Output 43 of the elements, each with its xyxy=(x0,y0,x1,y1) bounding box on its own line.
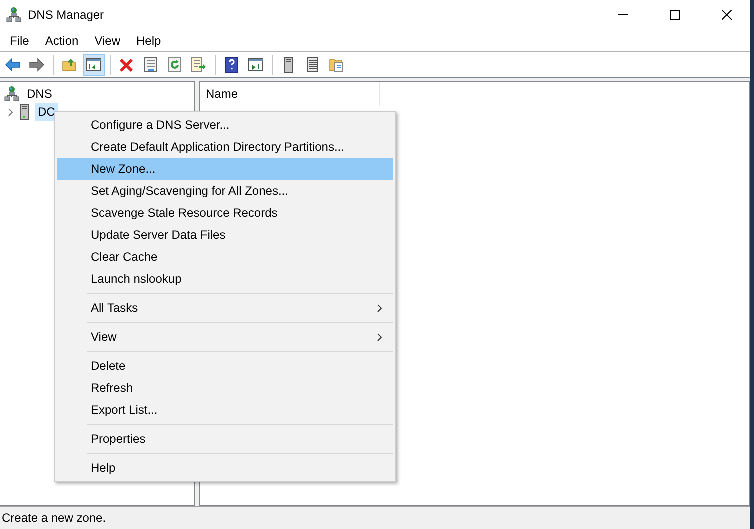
refresh-icon xyxy=(167,56,183,72)
menu-item[interactable]: All Tasks xyxy=(57,297,393,319)
list-icon xyxy=(305,56,321,72)
back-arrow-icon xyxy=(5,56,21,72)
action-pane-icon xyxy=(248,56,264,72)
menu-item[interactable]: Delete xyxy=(57,355,393,377)
menu-item[interactable]: File xyxy=(2,32,38,50)
menu-item[interactable]: Export List... xyxy=(57,399,393,421)
expand-chevron-icon[interactable] xyxy=(6,108,15,116)
folder-up-icon xyxy=(62,56,78,72)
help-icon xyxy=(224,56,240,72)
console-tree-icon xyxy=(86,56,102,72)
menu-item[interactable]: Help xyxy=(128,32,170,50)
menu-item[interactable]: Refresh xyxy=(57,377,393,399)
menu-item[interactable]: View xyxy=(86,32,128,50)
menu-item[interactable]: Set Aging/Scavenging for All Zones... xyxy=(57,180,393,202)
server-icon xyxy=(19,104,31,120)
window-title: DNS Manager xyxy=(28,7,106,24)
properties-icon xyxy=(143,56,159,72)
maximize-icon xyxy=(670,10,680,20)
tree-item[interactable]: DNS xyxy=(24,85,56,103)
status-text: Create a new zone. xyxy=(2,510,106,527)
menu-item[interactable]: Clear Cache xyxy=(57,246,393,268)
menu-item[interactable]: Configure a DNS Server... xyxy=(57,114,393,136)
export-list-icon xyxy=(191,56,207,72)
menu-item[interactable]: Launch nslookup xyxy=(57,268,393,290)
menu-item[interactable]: Action xyxy=(37,32,87,50)
menu-item[interactable]: Help xyxy=(57,457,393,479)
forward-arrow-icon xyxy=(29,56,45,72)
dns-icon xyxy=(4,86,20,102)
column-header[interactable]: Name xyxy=(200,82,380,106)
delete-icon xyxy=(119,56,135,72)
menu-item[interactable]: New Zone... xyxy=(57,158,393,180)
folders-icon xyxy=(329,56,345,72)
dns-manager-icon xyxy=(6,7,22,23)
close-icon xyxy=(722,10,732,20)
menu-item[interactable]: Properties xyxy=(57,428,393,450)
console-tree-button[interactable] xyxy=(83,54,105,76)
menu-item[interactable]: Scavenge Stale Resource Records xyxy=(57,202,393,224)
menu-item[interactable]: Create Default Application Directory Partitions... xyxy=(57,136,393,158)
tree-item[interactable]: DC xyxy=(35,103,58,121)
menu-item[interactable]: View xyxy=(57,326,393,348)
menu-item[interactable]: Update Server Data Files xyxy=(57,224,393,246)
